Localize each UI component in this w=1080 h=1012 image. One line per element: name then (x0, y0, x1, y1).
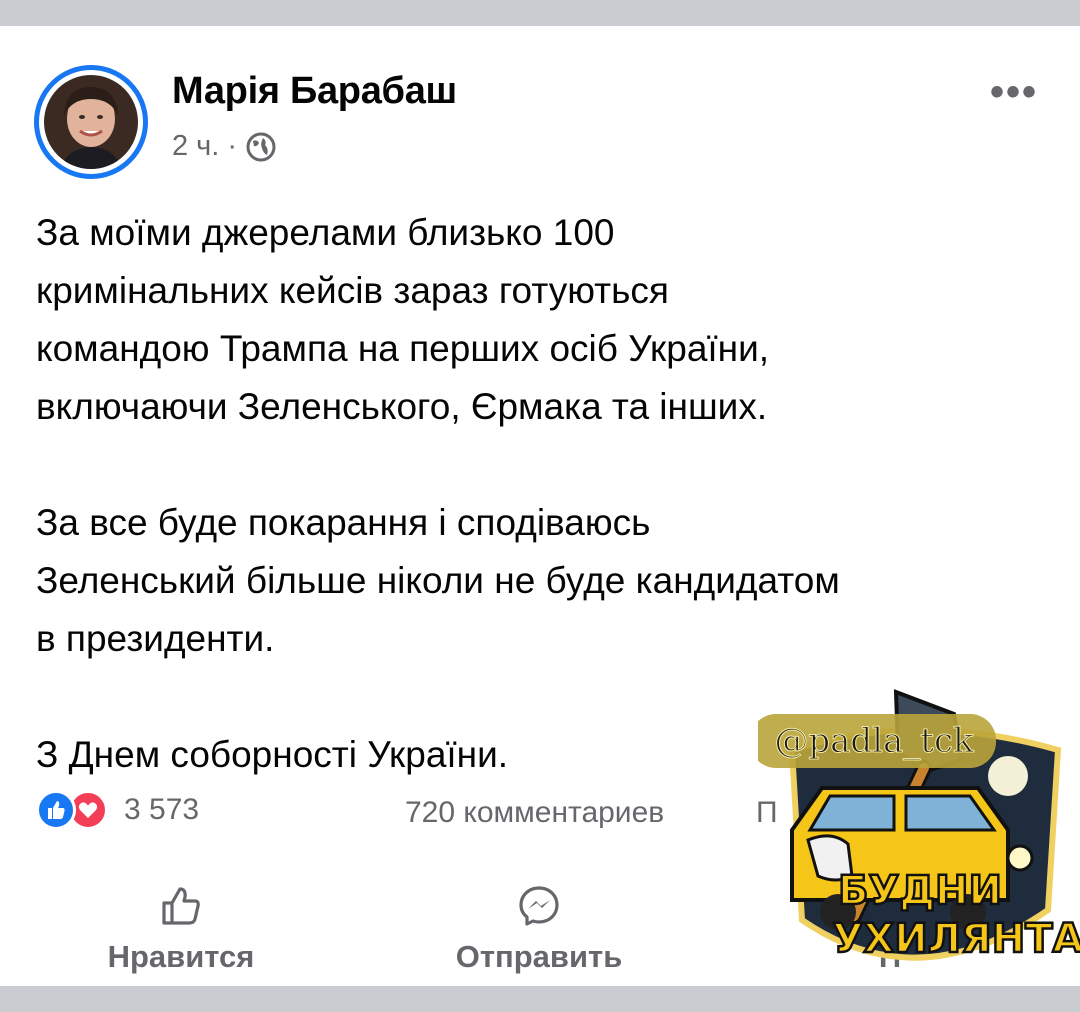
post-line: в президенти. (36, 618, 275, 659)
post-line: командою Трампа на перших осіб України, (36, 328, 770, 369)
author-name[interactable]: Марія Барабаш (172, 70, 457, 113)
post-paragraph: За моїми джерелами близько 100 криміналь… (36, 204, 1046, 436)
send-label: Отправить (455, 939, 623, 974)
avatar-photo (44, 75, 138, 169)
post-line: За все буде покарання і сподіваюсь (36, 502, 651, 543)
post-line: кримінальних кейсів зараз готуються (36, 270, 669, 311)
watermark-line1: БУДНИ (838, 868, 1002, 914)
like-button[interactable]: Нравится (96, 884, 266, 975)
reactions-summary[interactable]: 3 573 (36, 790, 199, 830)
watermark-handle: @padla_tck (774, 721, 974, 761)
post-paragraph: За все буде покарання і сподіваюсь Зелен… (36, 494, 1046, 668)
comments-count[interactable]: 720 комментариев (405, 796, 664, 830)
globe-icon (245, 131, 277, 163)
post-line: включаючи Зеленського, Єрмака та інших. (36, 386, 768, 427)
post-time[interactable]: 2 ч. (172, 130, 219, 163)
more-options-button[interactable]: ••• (990, 70, 1038, 115)
watermark-line2: УХИЛЯНТА (833, 916, 1080, 962)
send-button[interactable]: Отправить (444, 884, 634, 975)
watermark-badge: @padla_tck БУДНИ УХИЛЯНТА (750, 680, 1080, 990)
meta-separator: · (227, 130, 238, 162)
like-icon (36, 790, 76, 830)
reactions-count: 3 573 (124, 793, 200, 826)
messenger-icon (517, 884, 561, 933)
feed-top-divider (0, 0, 1080, 26)
post-meta: 2 ч. · (172, 130, 277, 163)
avatar[interactable] (34, 65, 148, 179)
post-line: За моїми джерелами близько 100 (36, 212, 615, 253)
thumbs-up-icon (159, 884, 203, 933)
post-line: Зеленський більше ніколи не буде кандида… (36, 560, 840, 601)
like-label: Нравится (107, 939, 255, 974)
